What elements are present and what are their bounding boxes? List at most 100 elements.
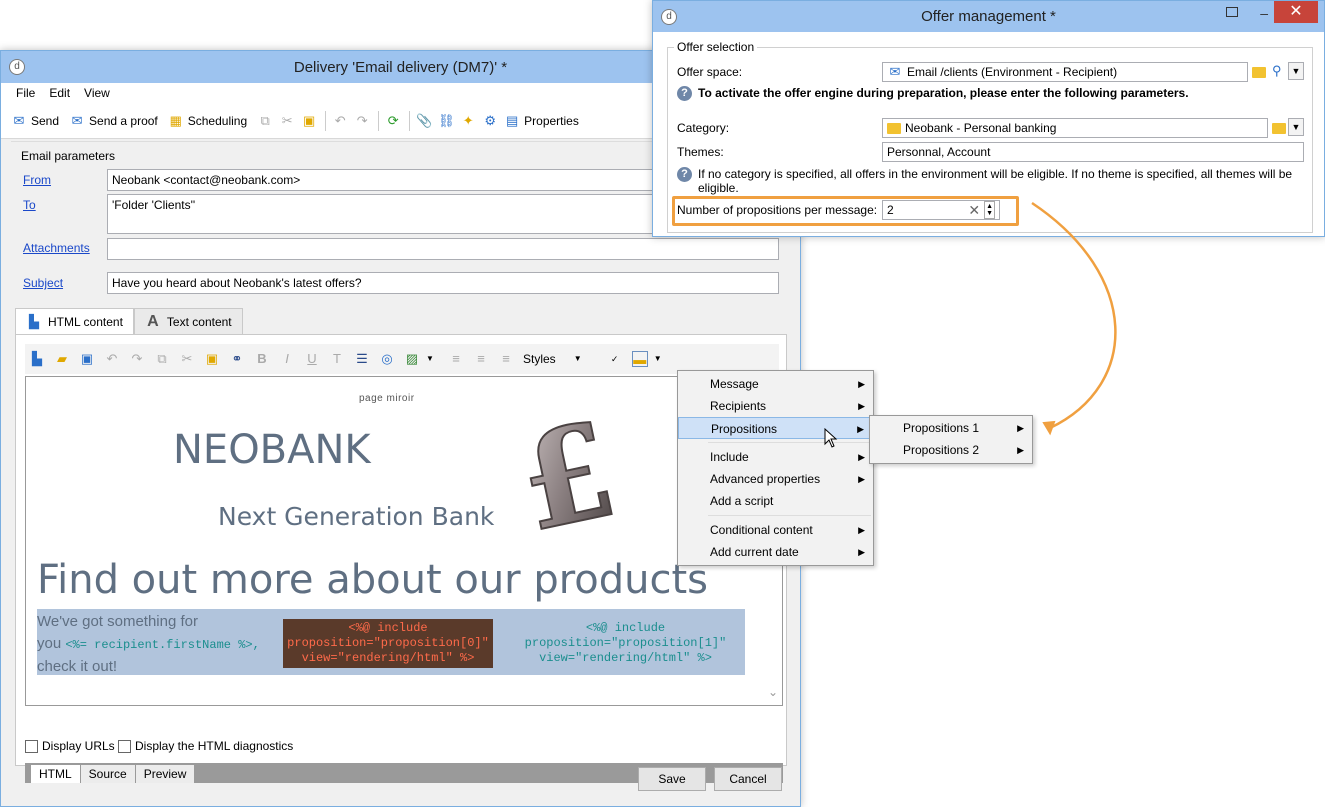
mode-source[interactable]: Source [80, 765, 136, 783]
offer-space-field[interactable]: ✉ Email /clients (Environment - Recipien… [882, 62, 1248, 82]
save-button[interactable]: Save [638, 767, 706, 791]
menu-item-propositions[interactable]: Propositions ▶ [678, 417, 873, 439]
attachment-icon[interactable]: 📎 [416, 113, 432, 129]
redo-icon[interactable]: ↷ [129, 351, 145, 367]
mode-html[interactable]: HTML [31, 765, 81, 783]
bold-icon[interactable]: B [254, 351, 270, 367]
align-left-icon[interactable]: ≡ [448, 351, 464, 367]
folder-icon[interactable] [1252, 67, 1266, 78]
proposition-0-block[interactable]: <%@ include proposition="proposition[0]"… [283, 619, 493, 668]
insert-link-icon[interactable]: ◎ [379, 351, 395, 367]
text-size-icon[interactable]: T [329, 351, 345, 367]
chevron-down-icon[interactable]: ▼ [650, 351, 666, 367]
submenu-item-propositions-2[interactable]: Propositions 2 ▶ [870, 439, 1032, 461]
mirror-page-link[interactable]: page miroir [359, 393, 415, 404]
menu-file[interactable]: File [9, 83, 42, 103]
minimize-icon[interactable]: – [1260, 5, 1268, 21]
subject-link[interactable]: Subject [23, 276, 63, 290]
undo-icon[interactable]: ↶ [332, 113, 348, 129]
send-proof-label: Send a proof [89, 113, 158, 128]
html-diagnostics-checkbox[interactable]: Display the HTML diagnostics [118, 739, 293, 753]
from-link[interactable]: From [23, 173, 51, 187]
tab-html-content[interactable]: ▙ HTML content [15, 308, 134, 335]
chevron-right-icon: ▶ [857, 424, 864, 434]
attachments-link[interactable]: Attachments [23, 241, 90, 255]
folder-icon[interactable] [1272, 123, 1286, 134]
personalization-icon[interactable]: ▬ [631, 351, 648, 367]
chevron-down-icon[interactable]: ▼ [422, 351, 438, 367]
underline-icon[interactable]: U [304, 351, 320, 367]
paste-icon[interactable]: ▣ [301, 113, 317, 129]
selected-content-block[interactable]: We've got something for you <%= recipien… [37, 609, 745, 675]
scheduling-button[interactable]: ▦ Scheduling [168, 113, 248, 129]
menu-item-conditional-content[interactable]: Conditional content ▶ [678, 519, 873, 541]
send-button[interactable]: ✉ Send [11, 113, 59, 129]
maximize-icon[interactable] [1226, 7, 1238, 17]
open-folder-icon[interactable]: ▰ [54, 351, 70, 367]
find-binoculars-icon[interactable]: ⚭ [229, 351, 245, 367]
align-center-icon[interactable]: ≡ [473, 351, 489, 367]
display-urls-checkbox[interactable]: Display URLs [25, 739, 115, 753]
personalization-menu: Message ▶ Recipients ▶ Propositions ▶ Inclu… [677, 370, 874, 566]
properties-button[interactable]: ▤ Properties [504, 113, 579, 129]
menu-item-include[interactable]: Include ▶ [678, 446, 873, 468]
menu-item-advanced-properties[interactable]: Advanced properties ▶ [678, 468, 873, 490]
chevron-down-icon: ▼ [573, 354, 582, 363]
chevron-down-icon[interactable]: ▼ [1288, 62, 1304, 80]
menu-edit[interactable]: Edit [42, 83, 77, 103]
close-button[interactable]: ✕ [1274, 1, 1318, 23]
refresh-icon[interactable]: ⟳ [385, 113, 401, 129]
save-icon[interactable]: ▣ [79, 351, 95, 367]
italic-icon[interactable]: I [279, 351, 295, 367]
cut-icon[interactable]: ✂ [279, 113, 295, 129]
editor-canvas[interactable]: page miroir NEOBANK Next Generation Bank… [25, 376, 783, 706]
subject-field[interactable]: Have you heard about Neobank's latest of… [107, 272, 779, 294]
undo-icon[interactable]: ↶ [104, 351, 120, 367]
new-doc-icon[interactable]: ▙ [29, 351, 45, 367]
menu-item-message[interactable]: Message ▶ [678, 373, 873, 395]
submenu-item-propositions-1[interactable]: Propositions 1 ▶ [870, 417, 1032, 439]
offer-titlebar[interactable]: d Offer management * – ✕ [653, 1, 1324, 32]
bullet-list-icon[interactable]: ☰ [354, 351, 370, 367]
mode-preview[interactable]: Preview [135, 765, 196, 783]
menu-item-add-current-date[interactable]: Add current date ▶ [678, 541, 873, 563]
app-icon: d [661, 9, 677, 25]
toolbar-separator [409, 110, 411, 131]
attachments-field[interactable] [107, 238, 779, 260]
gift-icon[interactable]: ✦ [460, 113, 476, 129]
tracking-icon[interactable]: ⚙ [482, 113, 498, 129]
category-field[interactable]: Neobank - Personal banking [882, 118, 1268, 138]
insert-image-icon[interactable]: ▨ [404, 351, 420, 367]
proposition-1-block[interactable]: <%@ include proposition="proposition[1]"… [523, 619, 728, 668]
align-right-icon[interactable]: ≡ [498, 351, 514, 367]
spellcheck-icon[interactable]: ✓ [607, 351, 623, 367]
proof-envelope-icon: ✉ [71, 112, 83, 128]
search-icon[interactable]: ⚲ [1272, 63, 1282, 79]
menu-item-add-script[interactable]: Add a script [678, 490, 873, 512]
menu-item-label: Include [710, 450, 749, 464]
chevron-right-icon: ▶ [858, 474, 865, 484]
copy-icon[interactable]: ⧉ [257, 113, 273, 129]
chevron-down-icon[interactable]: ▼ [1288, 118, 1304, 136]
from-field[interactable]: Neobank <contact@neobank.com> [107, 169, 667, 191]
html-editor: ▙ ▰ ▣ ↶ ↷ ⧉ ✂ ▣ ⚭ B I U T ☰ ◎ ▨ ▼ ≡ ≡ ≡ … [15, 334, 787, 783]
folder-icon [887, 122, 901, 134]
category-value: Neobank - Personal banking [905, 121, 1057, 135]
redo-icon[interactable]: ↷ [354, 113, 370, 129]
styles-dropdown[interactable]: Styles ▼ [523, 351, 595, 367]
tab-text-content[interactable]: A Text content [133, 308, 243, 334]
cut-icon[interactable]: ✂ [179, 351, 195, 367]
to-link[interactable]: To [23, 198, 36, 212]
send-label: Send [31, 113, 60, 128]
intro-text: We've got something for you <%= recipien… [37, 611, 282, 678]
link-icon[interactable]: ⛓ [438, 113, 455, 129]
copy-icon[interactable]: ⧉ [154, 351, 170, 367]
send-proof-button[interactable]: ✉ Send a proof [69, 113, 158, 129]
cancel-button[interactable]: Cancel [714, 767, 782, 791]
to-field[interactable]: 'Folder 'Clients'' [107, 194, 667, 234]
scroll-down-icon[interactable]: ⌄ [768, 685, 778, 699]
menu-item-recipients[interactable]: Recipients ▶ [678, 395, 873, 417]
menu-view[interactable]: View [77, 83, 117, 103]
paste-icon[interactable]: ▣ [204, 351, 220, 367]
themes-field[interactable]: Personnal, Account [882, 142, 1304, 162]
